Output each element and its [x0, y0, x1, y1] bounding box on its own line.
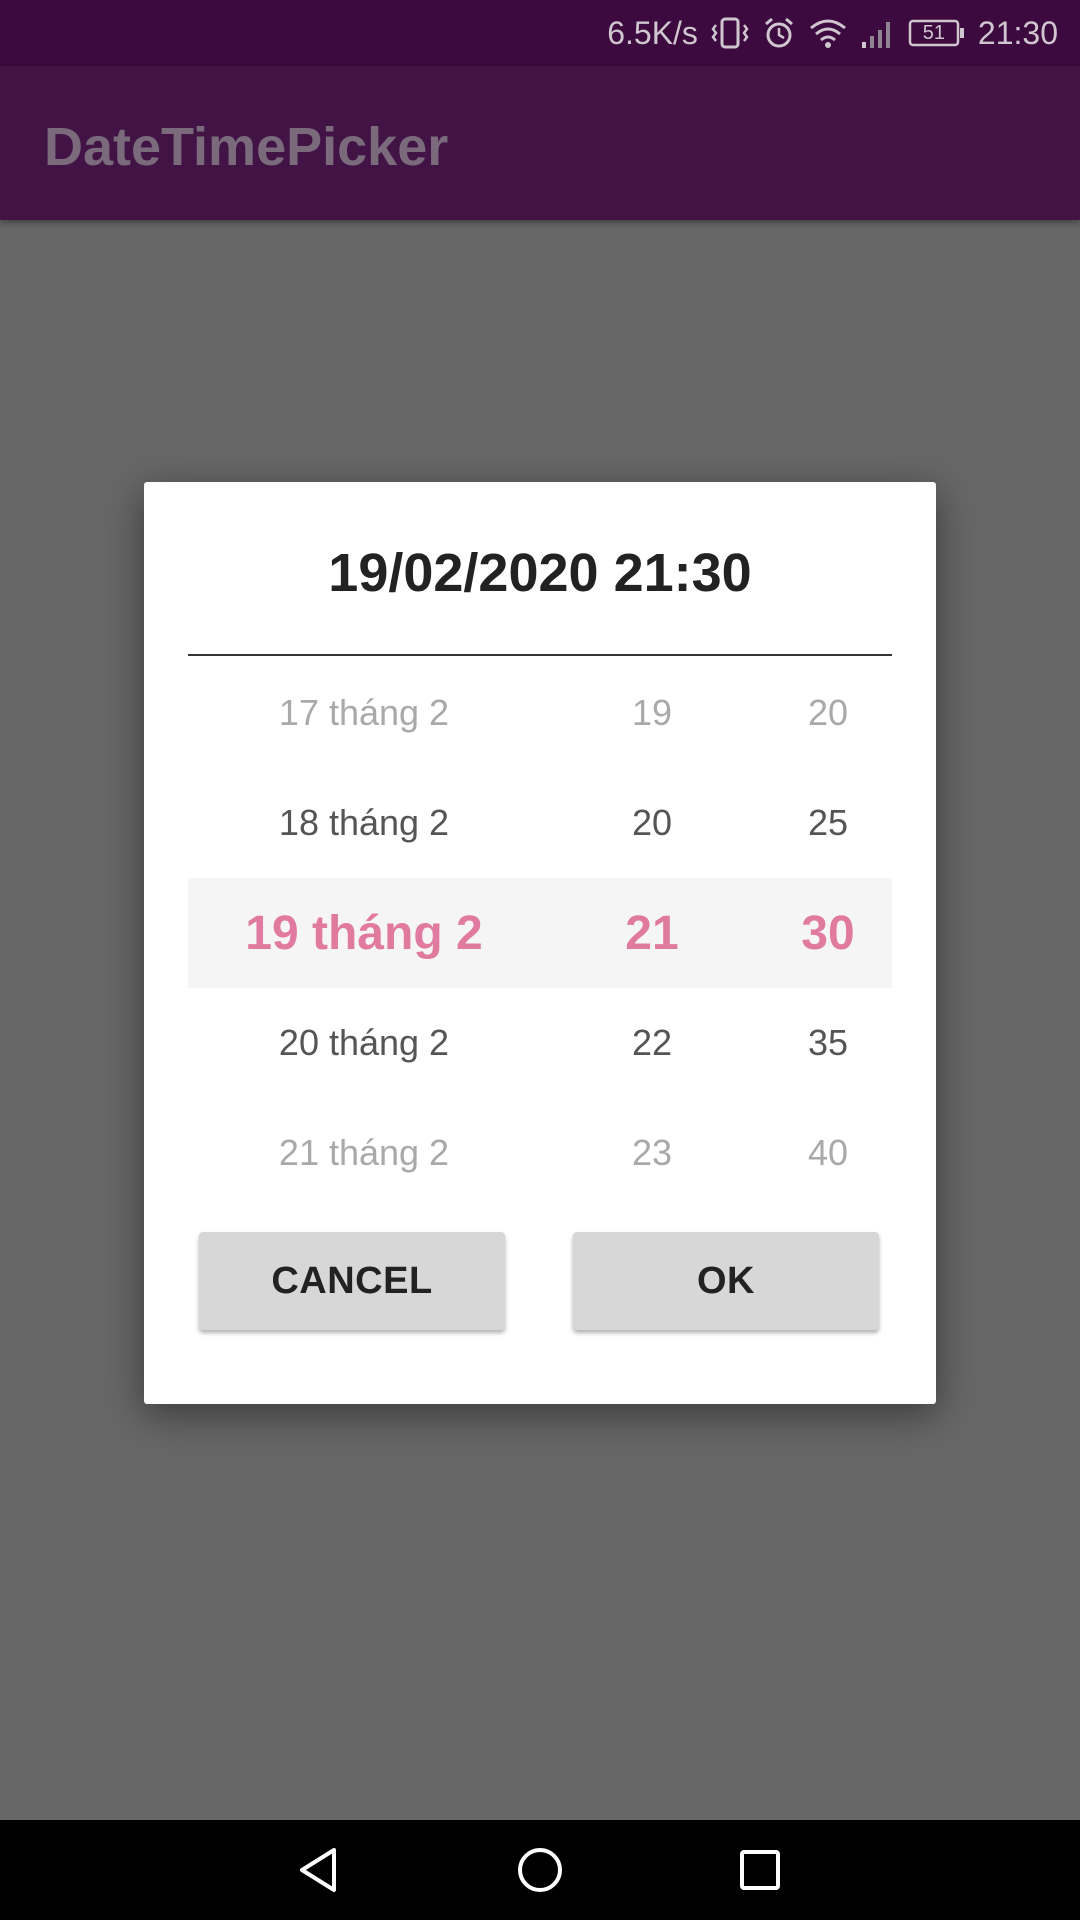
hour-wheel[interactable]: 19 20 21 22 23 — [540, 658, 764, 1208]
battery-level: 51 — [922, 22, 946, 44]
minute-option-selected[interactable]: 30 — [764, 878, 892, 988]
datetime-picker-dialog: 19/02/2020 21:30 17 tháng 2 18 tháng 2 1… — [144, 482, 936, 1404]
wheel-picker[interactable]: 17 tháng 2 18 tháng 2 19 tháng 2 20 thán… — [188, 658, 892, 1208]
date-option[interactable]: 18 tháng 2 — [188, 768, 540, 878]
hour-option-selected[interactable]: 21 — [540, 878, 764, 988]
minute-option[interactable]: 25 — [764, 768, 892, 878]
cancel-button[interactable]: CANCEL — [199, 1232, 505, 1330]
divider — [188, 654, 892, 656]
recent-apps-icon[interactable] — [730, 1840, 790, 1900]
minute-option[interactable]: 35 — [764, 988, 892, 1098]
minute-option[interactable]: 40 — [764, 1098, 892, 1208]
alarm-icon — [762, 16, 796, 50]
wifi-icon — [808, 16, 848, 50]
date-wheel[interactable]: 17 tháng 2 18 tháng 2 19 tháng 2 20 thán… — [188, 658, 540, 1208]
date-option[interactable]: 17 tháng 2 — [188, 658, 540, 768]
hour-option[interactable]: 19 — [540, 658, 764, 768]
ok-button[interactable]: OK — [573, 1232, 879, 1330]
home-icon[interactable] — [510, 1840, 570, 1900]
battery-icon: 51 — [908, 18, 966, 48]
back-icon[interactable] — [290, 1840, 350, 1900]
date-option[interactable]: 21 tháng 2 — [188, 1098, 540, 1208]
app-title: DateTimePicker — [44, 117, 449, 177]
minute-wheel[interactable]: 20 25 30 35 40 — [764, 658, 892, 1208]
vibrate-icon — [710, 16, 750, 50]
minute-option[interactable]: 20 — [764, 658, 892, 768]
navigation-bar — [0, 1820, 1080, 1920]
status-bar: 6.5K/s 51 21:30 — [0, 0, 1080, 66]
hour-option[interactable]: 22 — [540, 988, 764, 1098]
hour-option[interactable]: 23 — [540, 1098, 764, 1208]
clock: 21:30 — [977, 14, 1058, 51]
signal-icon — [860, 16, 896, 50]
hour-option[interactable]: 20 — [540, 768, 764, 878]
date-option[interactable]: 20 tháng 2 — [188, 988, 540, 1098]
dialog-title: 19/02/2020 21:30 — [328, 543, 752, 603]
date-option-selected[interactable]: 19 tháng 2 — [188, 878, 540, 988]
network-speed: 6.5K/s — [607, 14, 698, 51]
app-bar: DateTimePicker — [0, 66, 1080, 220]
